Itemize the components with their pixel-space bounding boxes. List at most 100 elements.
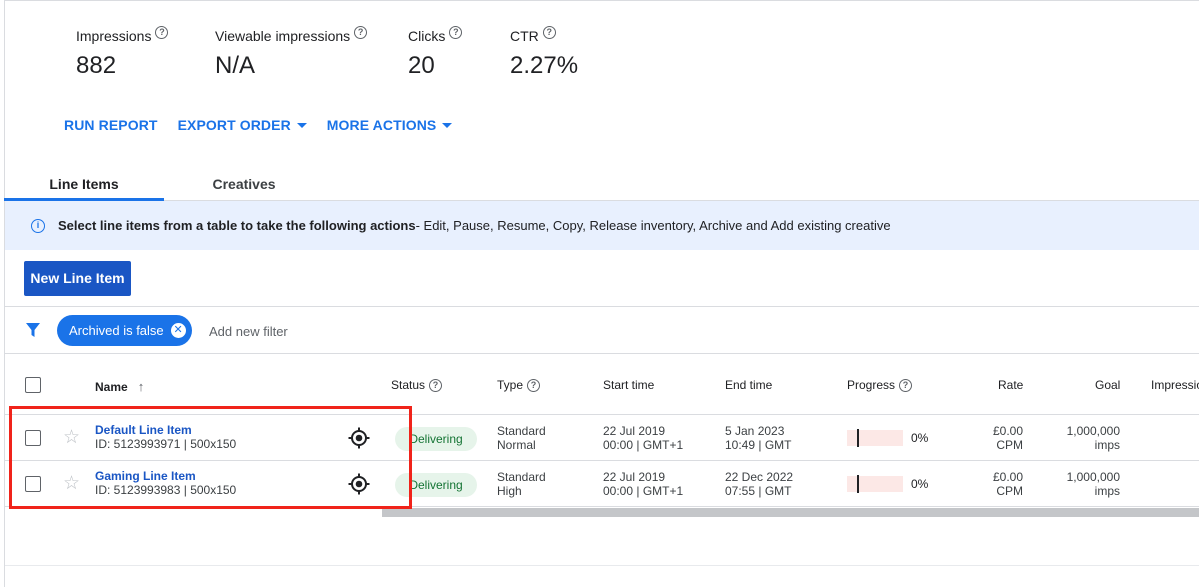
divider [5, 565, 1199, 566]
column-header-rate[interactable]: Rate [998, 378, 1023, 392]
type-value: Standard [497, 470, 546, 484]
help-icon[interactable]: ? [354, 25, 368, 39]
end-time: 07:55 | GMT [725, 484, 792, 498]
start-time-cell: 22 Jul 2019 00:00 | GMT+1 [603, 470, 683, 498]
progress-marker [857, 475, 859, 493]
column-header-status[interactable]: Status? [391, 378, 443, 392]
stat-impressions: Impressions? 882 [76, 25, 169, 80]
horizontal-scrollbar[interactable] [382, 508, 1199, 517]
rate-value: £0.00 [992, 470, 1023, 484]
rate-unit: CPM [996, 484, 1023, 498]
start-time: 00:00 | GMT+1 [603, 438, 684, 452]
column-header-label: Rate [998, 378, 1024, 392]
export-order-button[interactable]: EXPORT ORDER [178, 117, 307, 133]
column-header-label: Goal [1095, 378, 1121, 392]
order-actions: RUN REPORT EXPORT ORDER MORE ACTIONS [64, 117, 453, 133]
stat-value: 882 [76, 52, 117, 79]
help-icon[interactable]: ? [542, 25, 556, 39]
stat-value: 20 [408, 52, 435, 79]
filter-chip-archived[interactable]: Archived is false ✕ [57, 315, 192, 346]
stat-label: Clicks [408, 28, 446, 44]
end-date: 5 Jan 2023 [725, 424, 785, 438]
end-time-cell: 5 Jan 2023 10:49 | GMT [725, 424, 791, 452]
remove-filter-icon[interactable]: ✕ [170, 323, 186, 338]
rate-cell: £0.00 CPM [965, 424, 1023, 452]
column-header-start-time[interactable]: Start time [603, 378, 654, 392]
column-header-label: Status [391, 378, 426, 392]
filter-icon[interactable] [25, 322, 41, 338]
end-date: 22 Dec 2022 [725, 470, 794, 484]
export-order-label: EXPORT ORDER [177, 117, 291, 133]
info-banner: i Select line items from a table to take… [5, 201, 1199, 250]
caret-down-icon [442, 122, 453, 128]
column-header-label: Impressio [1151, 378, 1199, 392]
column-header-label: Start time [603, 378, 655, 392]
end-time: 10:49 | GMT [725, 438, 792, 452]
help-icon[interactable]: ? [155, 25, 169, 39]
column-header-goal[interactable]: Goal [1095, 378, 1120, 392]
type-value: Standard [497, 424, 546, 438]
stat-value: 2.27% [510, 52, 579, 79]
column-header-label: Name [95, 379, 128, 394]
start-time: 00:00 | GMT+1 [603, 484, 684, 498]
column-header-progress[interactable]: Progress? [847, 378, 913, 392]
progress-bar [847, 475, 903, 493]
column-header-name[interactable]: Name ↑ [95, 379, 144, 394]
rate-value: £0.00 [992, 424, 1023, 438]
select-all-checkbox[interactable] [25, 377, 41, 393]
column-header-end-time[interactable]: End time [725, 378, 772, 392]
rate-unit: CPM [996, 438, 1023, 452]
add-filter-input[interactable]: Add new filter [209, 324, 288, 339]
progress-percent: 0% [911, 431, 929, 445]
new-line-item-button[interactable]: New Line Item [24, 261, 131, 296]
rate-cell: £0.00 CPM [965, 470, 1023, 498]
filter-chip-label: Archived is false [69, 323, 164, 338]
progress-bar [847, 429, 903, 447]
progress-percent: 0% [911, 477, 929, 491]
goal-unit: imps [1094, 484, 1120, 498]
stat-value: N/A [215, 52, 256, 79]
sort-arrow-up-icon[interactable]: ↑ [138, 379, 145, 394]
column-header-type[interactable]: Type? [497, 378, 541, 392]
column-header-impressions[interactable]: Impressio [1151, 378, 1199, 392]
tab-creatives[interactable]: Creatives [164, 165, 324, 201]
start-date: 22 Jul 2019 [603, 424, 666, 438]
type-cell: Standard Normal [497, 424, 546, 452]
caret-down-icon [296, 122, 307, 128]
tab-line-items[interactable]: Line Items [4, 165, 164, 201]
stat-clicks: Clicks? 20 [408, 25, 463, 80]
tab-bar: Line Items Creatives [4, 165, 1199, 201]
stat-ctr: CTR? 2.27% [510, 25, 579, 80]
banner-text: - Edit, Pause, Resume, Copy, Release inv… [415, 218, 891, 233]
highlight-box [9, 406, 412, 509]
type-cell: Standard High [497, 470, 546, 498]
stat-label: Viewable impressions [215, 28, 351, 44]
start-time-cell: 22 Jul 2019 00:00 | GMT+1 [603, 424, 683, 452]
help-icon[interactable]: ? [899, 378, 913, 392]
more-actions-label: MORE ACTIONS [326, 117, 437, 133]
stat-viewable-impressions: Viewable impressions? N/A [215, 25, 368, 80]
help-icon[interactable]: ? [449, 25, 463, 39]
info-icon: i [31, 218, 45, 233]
filter-bar: Archived is false ✕ Add new filter [5, 306, 1199, 354]
start-date: 22 Jul 2019 [603, 470, 666, 484]
help-icon[interactable]: ? [527, 378, 541, 392]
more-actions-button[interactable]: MORE ACTIONS [327, 117, 453, 133]
end-time-cell: 22 Dec 2022 07:55 | GMT [725, 470, 793, 498]
column-header-label: Progress [847, 378, 896, 392]
run-report-label: RUN REPORT [64, 117, 158, 133]
stat-label: Impressions [76, 28, 152, 44]
priority-value: High [497, 484, 522, 498]
priority-value: Normal [497, 438, 536, 452]
progress-marker [857, 429, 859, 447]
goal-unit: imps [1094, 438, 1120, 452]
help-icon[interactable]: ? [429, 378, 443, 392]
run-report-button[interactable]: RUN REPORT [64, 117, 158, 133]
column-header-label: End time [725, 378, 773, 392]
goal-value: 1,000,000 [1066, 424, 1120, 438]
stat-label: CTR [510, 28, 539, 44]
banner-bold-text: Select line items from a table to take t… [58, 218, 416, 233]
column-header-label: Type [497, 378, 524, 392]
goal-value: 1,000,000 [1066, 470, 1120, 484]
goal-cell: 1,000,000 imps [1045, 470, 1120, 498]
